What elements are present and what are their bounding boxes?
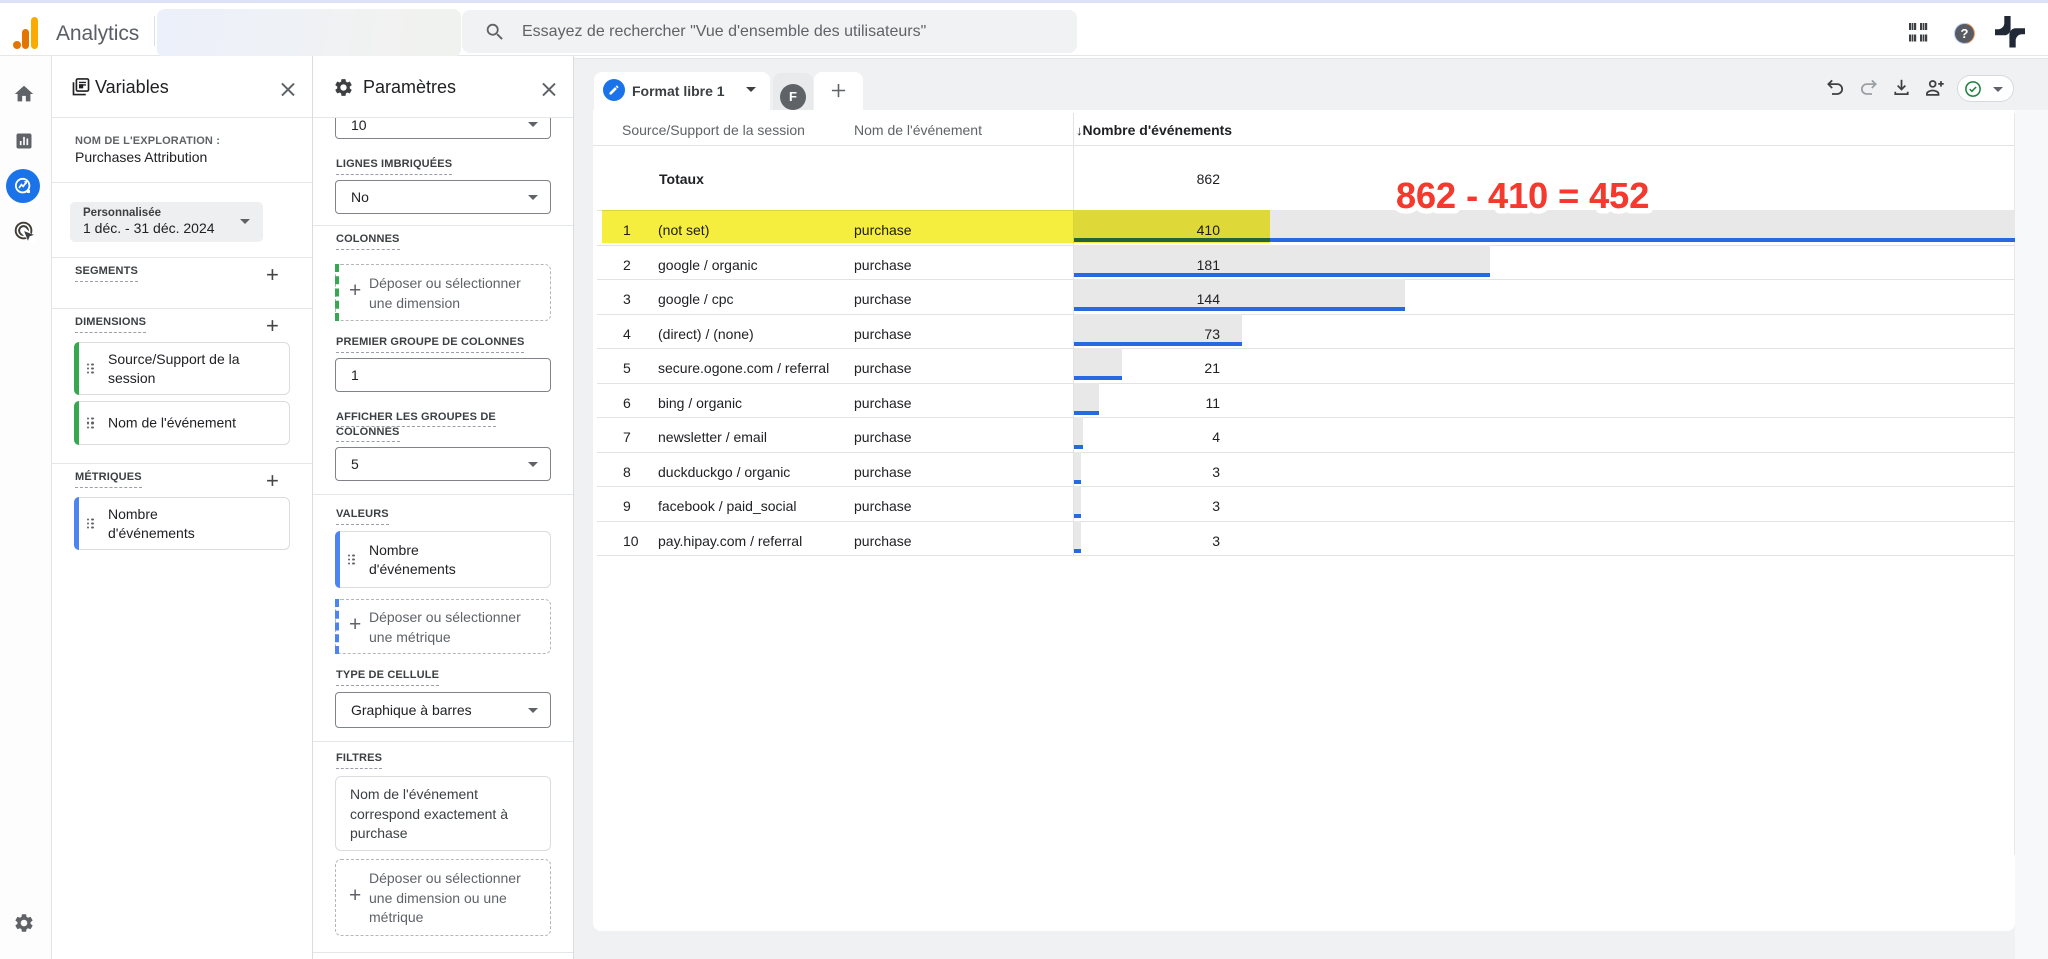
svg-text:862 - 410 = 452: 862 - 410 = 452 xyxy=(1396,175,1649,216)
